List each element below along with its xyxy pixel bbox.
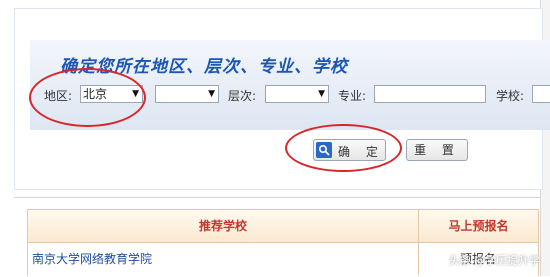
dropdown-arrow-icon: ▼: [208, 89, 215, 99]
major-label: 专业:: [338, 89, 367, 103]
annotation-circle-region: [29, 68, 146, 127]
results-header-row: 推荐学校 马上预报名: [28, 210, 538, 243]
major-input[interactable]: [374, 85, 486, 103]
school-link[interactable]: 南京大学网络教育学院: [32, 250, 152, 267]
annotation-circle-confirm: [285, 124, 402, 172]
header-preregister: 马上预报名: [448, 219, 509, 233]
reset-button[interactable]: 重 置: [406, 139, 468, 161]
school-input[interactable]: [532, 85, 550, 103]
column-divider: [418, 210, 419, 275]
city-select[interactable]: ▼: [155, 85, 219, 103]
school-label: 学校:: [496, 89, 525, 103]
frame-top: [0, 0, 550, 7]
dropdown-arrow-icon: ▼: [318, 89, 325, 99]
level-select[interactable]: ▼: [265, 85, 329, 103]
frame-left: [0, 0, 13, 276]
level-label: 层次:: [228, 89, 257, 103]
header-recommended-school: 推荐学校: [198, 219, 247, 233]
watermark: 头条 @学历提升学: [448, 254, 541, 267]
